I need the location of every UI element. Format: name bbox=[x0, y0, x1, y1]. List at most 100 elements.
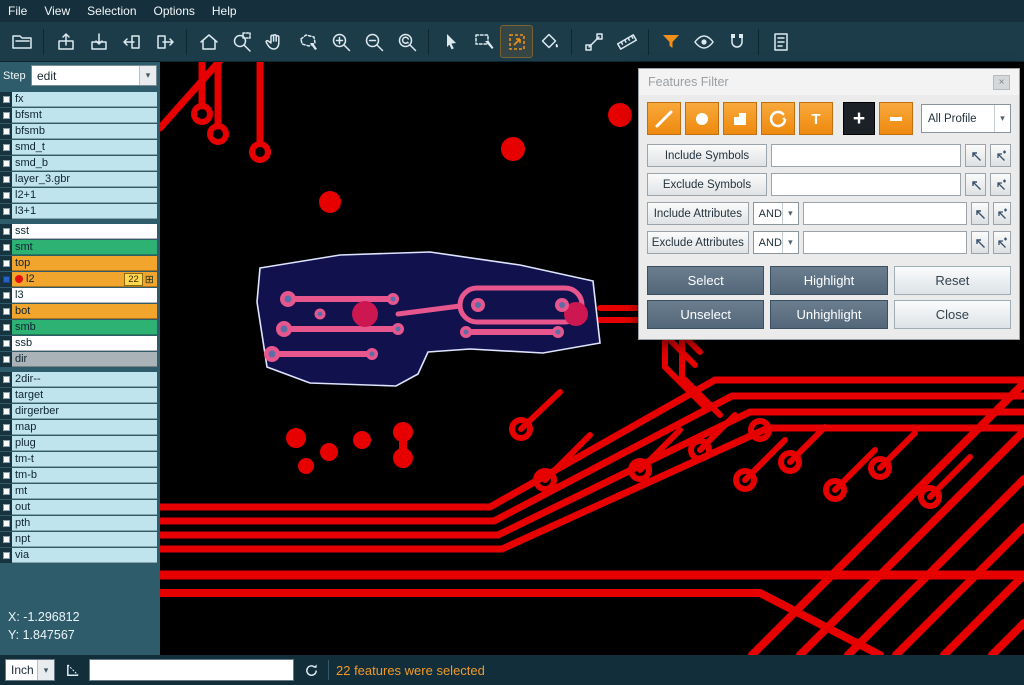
layer-checkbox[interactable] bbox=[3, 308, 10, 315]
layer-row-smt[interactable]: smt bbox=[0, 240, 157, 255]
layer-row-layer_3.gbr[interactable]: layer_3.gbr bbox=[0, 172, 157, 187]
refresh-icon[interactable] bbox=[301, 660, 321, 680]
unhighlight-button[interactable]: Unhighlight bbox=[770, 300, 887, 329]
step-dropdown[interactable]: edit ▾ bbox=[31, 65, 157, 86]
layer-row-bfsmb[interactable]: bfsmb bbox=[0, 124, 157, 139]
pick-attribute-add-icon[interactable] bbox=[993, 231, 1011, 254]
fill-icon[interactable] bbox=[534, 26, 565, 57]
layer-row-dir[interactable]: dir bbox=[0, 352, 157, 367]
layer-row-smd_b[interactable]: smd_b bbox=[0, 156, 157, 171]
zoom-refresh-icon[interactable] bbox=[391, 26, 422, 57]
layer-checkbox[interactable] bbox=[3, 160, 10, 167]
layer-checkbox[interactable] bbox=[3, 520, 10, 527]
highlight-button[interactable]: Highlight bbox=[770, 266, 887, 295]
layer-label[interactable]: sst bbox=[12, 224, 157, 239]
layer-label[interactable]: top bbox=[12, 256, 157, 271]
area-select-icon[interactable] bbox=[468, 26, 499, 57]
layer-row-out[interactable]: out bbox=[0, 500, 157, 515]
layer-label[interactable]: mt bbox=[12, 484, 157, 499]
layer-checkbox[interactable] bbox=[3, 472, 10, 479]
layer-checkbox[interactable] bbox=[3, 208, 10, 215]
layer-label[interactable]: tm-b bbox=[12, 468, 157, 483]
layer-checkbox[interactable] bbox=[3, 276, 10, 283]
layer-label[interactable]: tm-t bbox=[12, 452, 157, 467]
layer-checkbox[interactable] bbox=[3, 192, 10, 199]
command-input[interactable] bbox=[89, 659, 294, 681]
layer-checkbox[interactable] bbox=[3, 440, 10, 447]
layer-checkbox[interactable] bbox=[3, 324, 10, 331]
layer-checkbox[interactable] bbox=[3, 504, 10, 511]
pick-attribute-icon[interactable] bbox=[971, 231, 989, 254]
layer-label[interactable]: out bbox=[12, 500, 157, 515]
report-icon[interactable] bbox=[765, 26, 796, 57]
layer-row-l2+1[interactable]: l2+1 bbox=[0, 188, 157, 203]
exclude-attributes-button[interactable]: Exclude Attributes bbox=[647, 231, 749, 254]
exclude-attributes-logic-dropdown[interactable]: AND ▾ bbox=[753, 231, 799, 254]
layer-label[interactable]: map bbox=[12, 420, 157, 435]
layer-label[interactable]: bfsmb bbox=[12, 124, 157, 139]
layer-checkbox[interactable] bbox=[3, 424, 10, 431]
zoom-out-icon[interactable] bbox=[358, 26, 389, 57]
layer-checkbox[interactable] bbox=[3, 408, 10, 415]
unit-dropdown[interactable]: Inch ▾ bbox=[5, 659, 55, 681]
unselect-button[interactable]: Unselect bbox=[647, 300, 764, 329]
layer-row-l3+1[interactable]: l3+1 bbox=[0, 204, 157, 219]
layer-checkbox[interactable] bbox=[3, 128, 10, 135]
layer-checkbox[interactable] bbox=[3, 376, 10, 383]
zoom-window-icon[interactable] bbox=[226, 26, 257, 57]
layer-checkbox[interactable] bbox=[3, 488, 10, 495]
lasso-select-icon[interactable] bbox=[292, 26, 323, 57]
layer-label[interactable]: smd_t bbox=[12, 140, 157, 155]
layer-label[interactable]: via bbox=[12, 548, 157, 563]
line-icon[interactable] bbox=[647, 102, 681, 135]
magnet-icon[interactable] bbox=[721, 26, 752, 57]
export-up-icon[interactable] bbox=[50, 26, 81, 57]
layer-label[interactable]: npt bbox=[12, 532, 157, 547]
layer-row-npt[interactable]: npt bbox=[0, 532, 157, 547]
zoom-in-icon[interactable] bbox=[325, 26, 356, 57]
layer-row-map[interactable]: map bbox=[0, 420, 157, 435]
exclude-symbols-input[interactable] bbox=[771, 173, 961, 196]
layer-row-dirgerber[interactable]: dirgerber bbox=[0, 404, 157, 419]
exclude-attributes-input[interactable] bbox=[803, 231, 967, 254]
layer-label[interactable]: plug bbox=[12, 436, 157, 451]
layer-row-smb[interactable]: smb bbox=[0, 320, 157, 335]
pick-symbol-icon[interactable] bbox=[965, 144, 986, 167]
layer-row-tm-t[interactable]: tm-t bbox=[0, 452, 157, 467]
layer-row-target[interactable]: target bbox=[0, 388, 157, 403]
layer-row-ssb[interactable]: ssb bbox=[0, 336, 157, 351]
pick-attribute-icon[interactable] bbox=[971, 202, 989, 225]
layer-label[interactable]: dir bbox=[12, 352, 157, 367]
select-button[interactable]: Select bbox=[647, 266, 764, 295]
layer-checkbox[interactable] bbox=[3, 536, 10, 543]
layer-label[interactable]: smb bbox=[12, 320, 157, 335]
text-icon[interactable]: T bbox=[799, 102, 833, 135]
remove-icon[interactable] bbox=[879, 102, 913, 135]
surface-icon[interactable] bbox=[723, 102, 757, 135]
open-folder-icon[interactable] bbox=[6, 26, 37, 57]
layer-checkbox[interactable] bbox=[3, 356, 10, 363]
layer-row-tm-b[interactable]: tm-b bbox=[0, 468, 157, 483]
layer-row-fx[interactable]: fx bbox=[0, 92, 157, 107]
include-symbols-button[interactable]: Include Symbols bbox=[647, 144, 767, 167]
menu-view[interactable]: View bbox=[44, 4, 81, 18]
layer-label[interactable]: smd_b bbox=[12, 156, 157, 171]
layer-label[interactable]: fx bbox=[12, 92, 157, 107]
import-down-icon[interactable] bbox=[83, 26, 114, 57]
layer-checkbox[interactable] bbox=[3, 96, 10, 103]
layer-row-l3[interactable]: l3 bbox=[0, 288, 157, 303]
measure-point-icon[interactable] bbox=[578, 26, 609, 57]
import-left-icon[interactable] bbox=[116, 26, 147, 57]
ruler-icon[interactable] bbox=[611, 26, 642, 57]
exclude-symbols-button[interactable]: Exclude Symbols bbox=[647, 173, 767, 196]
layer-row-top[interactable]: top bbox=[0, 256, 157, 271]
layer-label[interactable]: bot bbox=[12, 304, 157, 319]
corner-tool-icon[interactable] bbox=[62, 660, 82, 680]
pan-hand-icon[interactable] bbox=[259, 26, 290, 57]
include-attributes-logic-dropdown[interactable]: AND ▾ bbox=[753, 202, 799, 225]
pad-circle-icon[interactable] bbox=[685, 102, 719, 135]
layer-row-via[interactable]: via bbox=[0, 548, 157, 563]
layer-label[interactable]: l3 bbox=[12, 288, 157, 303]
layer-checkbox[interactable] bbox=[3, 552, 10, 559]
layer-checkbox[interactable] bbox=[3, 244, 10, 251]
